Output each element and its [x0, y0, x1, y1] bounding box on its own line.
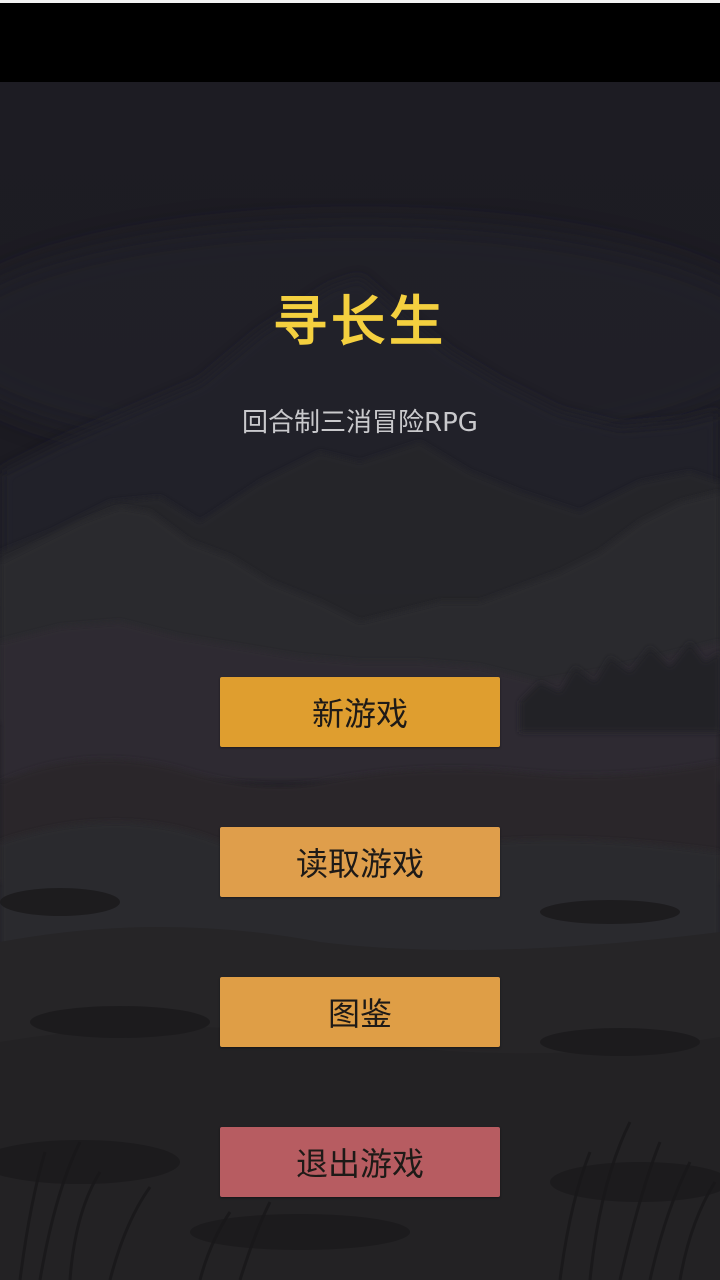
exit-game-button[interactable]: 退出游戏 — [220, 1127, 500, 1197]
gallery-button[interactable]: 图鉴 — [220, 977, 500, 1047]
new-game-button[interactable]: 新游戏 — [220, 677, 500, 747]
game-subtitle: 回合制三消冒险RPG — [242, 408, 478, 438]
status-bar — [0, 0, 720, 82]
load-game-button[interactable]: 读取游戏 — [220, 827, 500, 897]
game-title: 寻长生 — [273, 290, 447, 353]
game-screen: 寻长生 回合制三消冒险RPG 新游戏 读取游戏 图鉴 退出游戏 — [0, 0, 720, 1280]
